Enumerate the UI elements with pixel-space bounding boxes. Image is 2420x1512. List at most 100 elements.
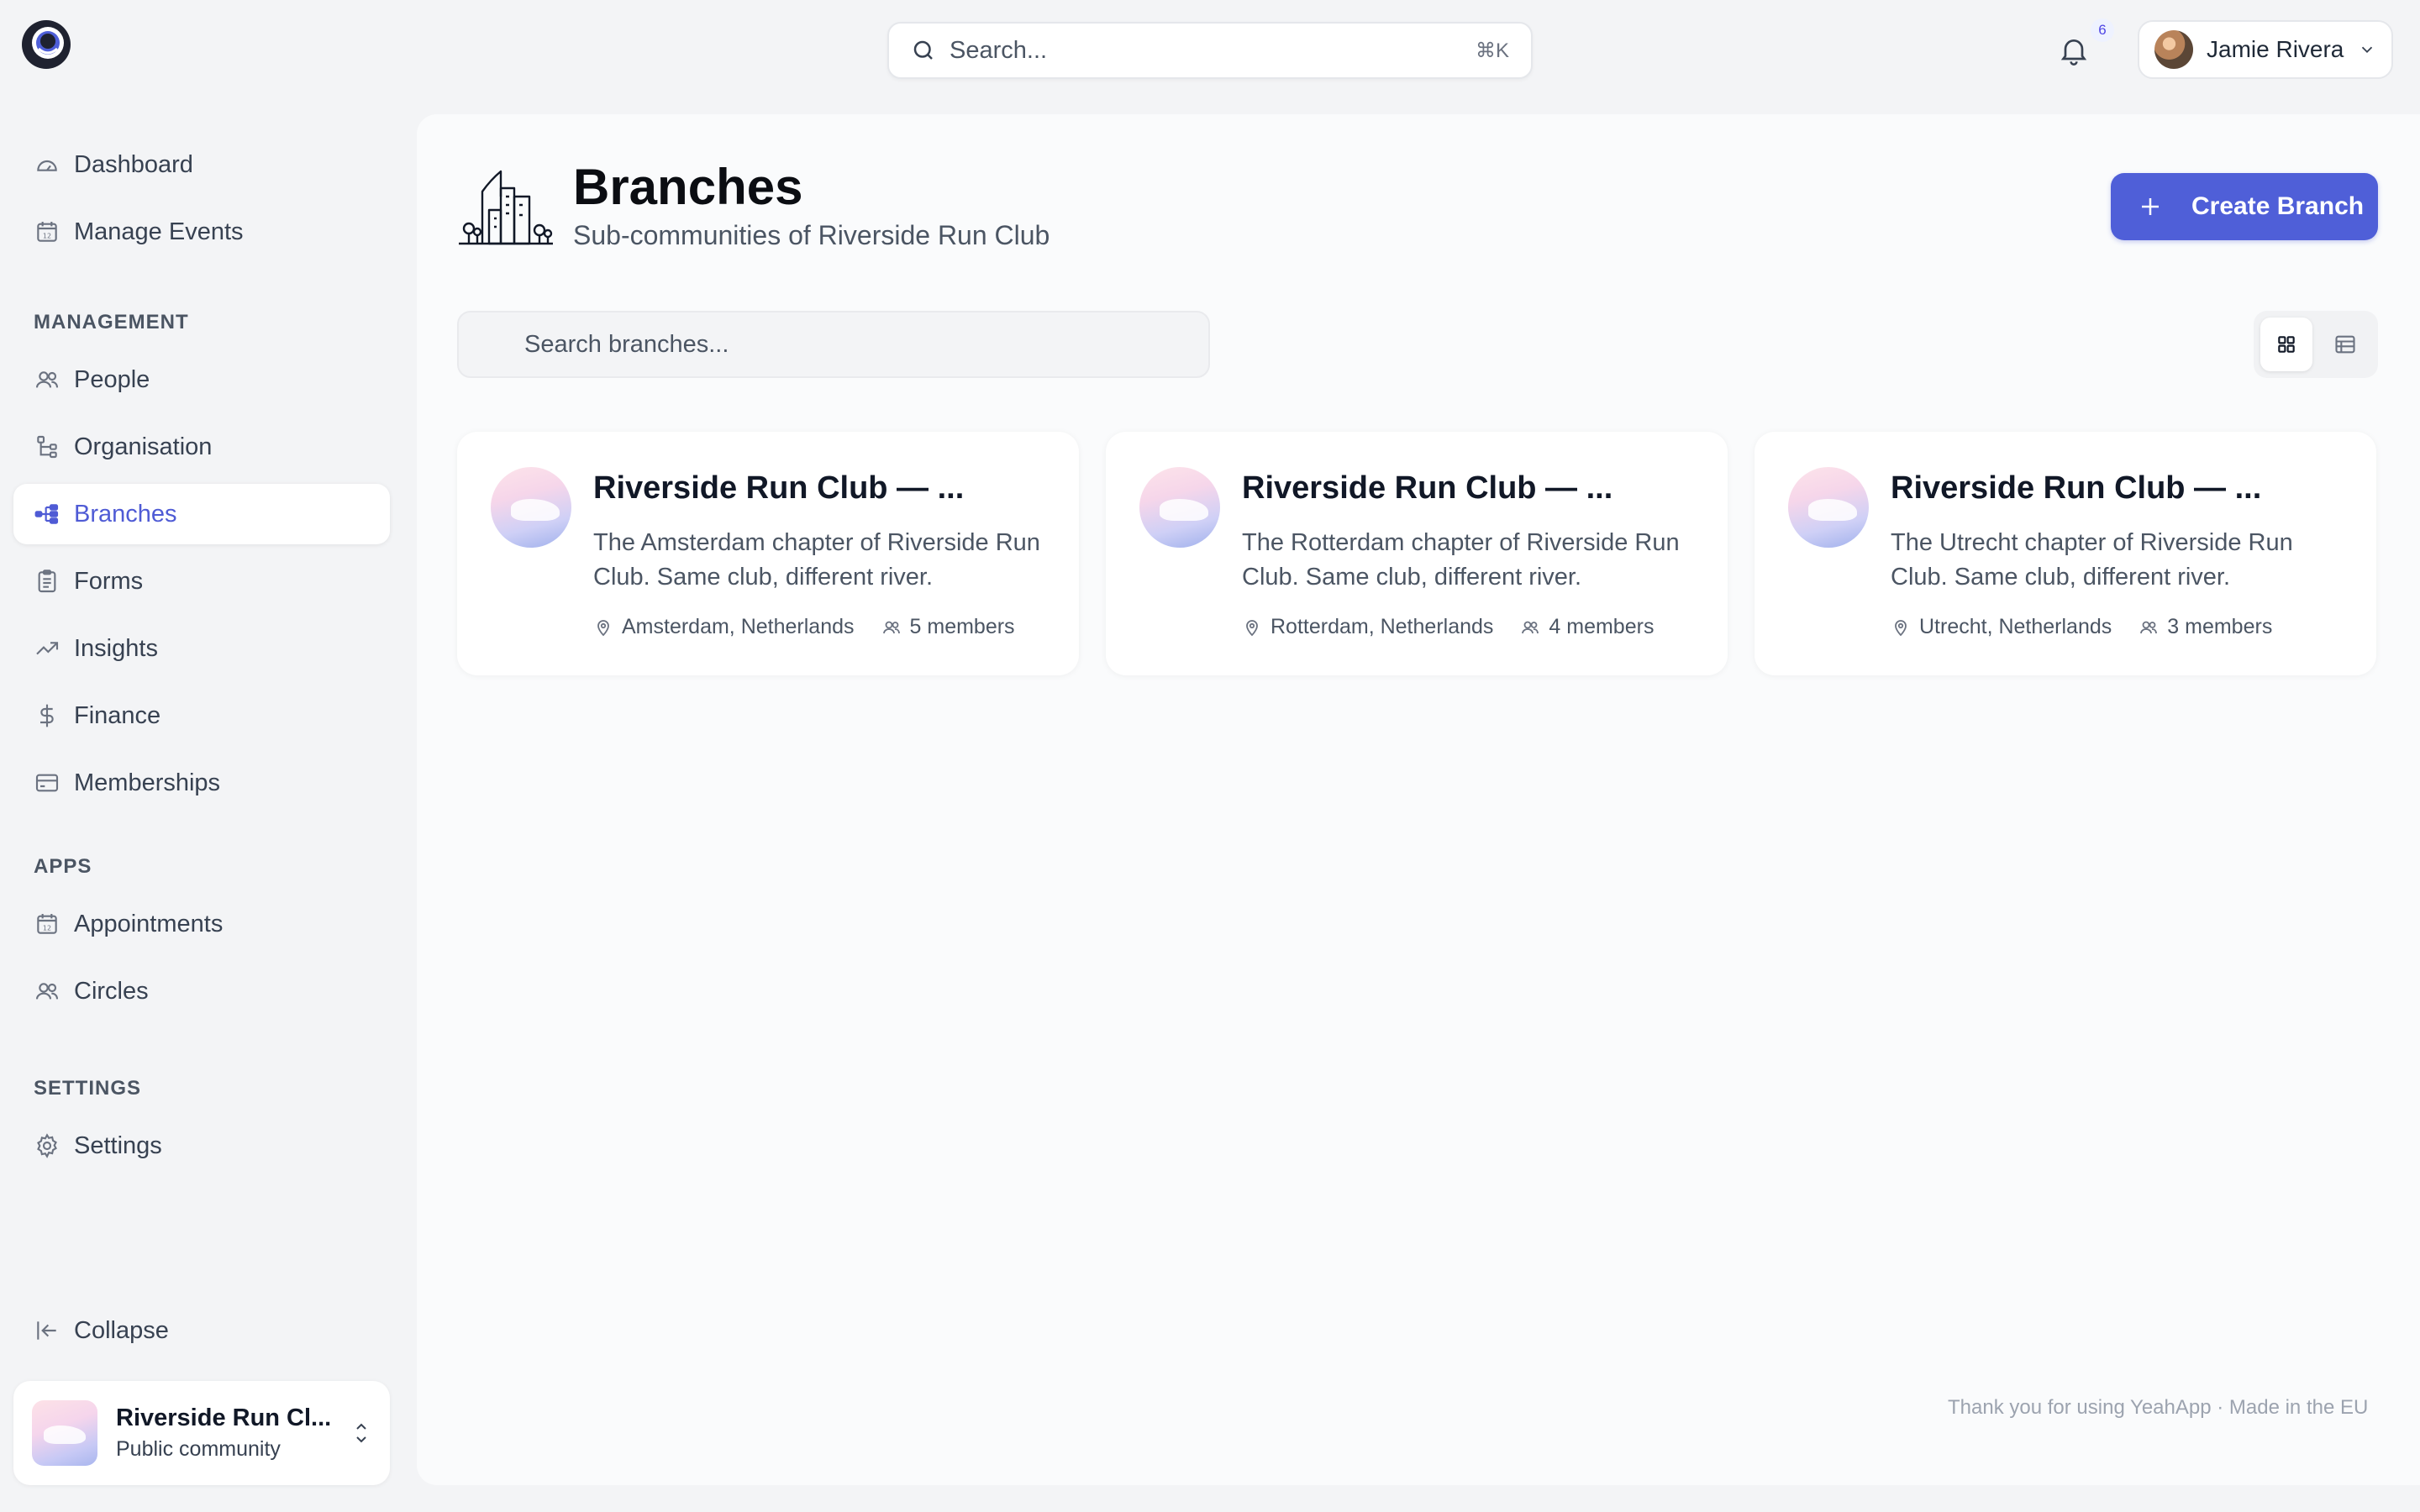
sidebar-item-circles[interactable]: Circles [13,961,390,1021]
card-icon [34,769,60,796]
sidebar-item-label: Forms [74,567,144,595]
users-icon [881,617,902,638]
branch-location: Amsterdam, Netherlands [622,615,855,638]
plus-icon [2138,194,2163,219]
branch-description: The Amsterdam chapter of Riverside Run C… [593,529,1040,591]
gear-icon [34,1132,60,1159]
users-icon [1520,617,1540,638]
location-pin-icon [1242,617,1262,638]
branch-avatar [491,467,571,548]
calendar-icon: 12 [34,218,60,245]
sidebar-item-people[interactable]: People [13,349,390,410]
sidebar-item-label: Organisation [74,433,213,460]
sidebar-item-finance[interactable]: Finance [13,685,390,746]
branch-card[interactable]: Riverside Run Club — ... The Utrecht cha… [1754,432,2376,675]
sidebar-item-branches[interactable]: Branches [13,484,390,544]
sidebar-item-manage-events[interactable]: 12 Manage Events [13,202,390,262]
branch-search-placeholder: Search branches... [524,330,729,358]
branch-location: Rotterdam, Netherlands [1270,615,1494,638]
section-label-apps: APPS [34,855,92,878]
grid-icon [2275,333,2297,355]
section-label-settings: SETTINGS [34,1077,142,1100]
city-buildings-icon [457,168,555,249]
create-branch-label: Create Branch [2191,192,2365,220]
users-icon [34,978,60,1005]
branch-avatar [1788,467,1869,548]
sidebar-item-label: Memberships [74,769,221,796]
sidebar-item-insights[interactable]: Insights [13,618,390,679]
view-mode-toggle [2254,311,2378,378]
chevron-down-icon [2358,40,2376,59]
community-avatar [32,1400,97,1466]
location-pin-icon [1891,617,1911,638]
dollar-icon [34,702,60,729]
app-logo[interactable] [20,18,72,71]
sidebar-item-label: Dashboard [74,150,193,178]
user-name: Jamie Rivera [2207,36,2344,62]
sidebar-item-label: Finance [74,701,161,729]
avatar [2154,30,2193,69]
notifications-bell-icon[interactable] [2057,34,2091,67]
sidebar-item-memberships[interactable]: Memberships [13,753,390,813]
branch-description: The Rotterdam chapter of Riverside Run C… [1242,529,1680,591]
sidebar-item-label: Insights [74,634,158,662]
user-menu-button[interactable]: Jamie Rivera [2138,20,2393,79]
branches-icon [34,501,60,528]
branch-members: 3 members [2167,615,2273,638]
community-type: Public community [116,1437,281,1461]
branch-name: Riverside Run Club — ... [1891,470,2262,506]
sidebar-item-label: Circles [74,977,149,1005]
community-switcher[interactable]: Riverside Run Cl... Public community [13,1381,390,1485]
branch-avatar [1139,467,1220,548]
branch-description: The Utrecht chapter of Riverside Run Clu… [1891,529,2293,591]
svg-text:12: 12 [43,924,51,932]
community-name: Riverside Run Cl... [116,1404,332,1431]
branch-members: 4 members [1549,615,1655,638]
sidebar-item-organisation[interactable]: Organisation [13,417,390,477]
branch-meta: Rotterdam, Netherlands 4 members [1242,615,1654,639]
hierarchy-icon [34,433,60,460]
collapse-label: Collapse [74,1316,169,1344]
branch-location: Utrecht, Netherlands [1919,615,2112,638]
branch-name: Riverside Run Club — ... [593,470,965,506]
branch-meta: Amsterdam, Netherlands 5 members [593,615,1015,639]
create-branch-button[interactable]: Create Branch [2111,173,2378,240]
branch-card[interactable]: Riverside Run Club — ... The Rotterdam c… [1106,432,1728,675]
table-icon [2333,333,2357,356]
page-title: Branches [573,159,803,215]
calendar-icon: 12 [34,911,60,937]
sidebar-item-forms[interactable]: Forms [13,551,390,612]
branch-search-input[interactable]: Search branches... [457,311,1210,378]
search-shortcut: ⌘K [1475,39,1509,62]
branch-card[interactable]: Riverside Run Club — ... The Amsterdam c… [457,432,1079,675]
search-placeholder: Search... [950,36,1048,64]
sidebar-item-label: Manage Events [74,218,244,245]
chevron-up-down-icon [351,1419,371,1447]
search-icon [911,38,936,63]
sidebar-item-dashboard[interactable]: Dashboard [13,134,390,195]
main-panel: Branches Sub-communities of Riverside Ru… [417,114,2420,1485]
footer-note: Thank you for using YeahApp · Made in th… [1948,1396,2369,1419]
page-subtitle: Sub-communities of Riverside Run Club [573,220,1050,250]
sidebar-item-label: Appointments [74,910,224,937]
branch-members: 5 members [909,615,1015,638]
clipboard-icon [34,568,60,595]
notifications-badge: 6 [2091,18,2114,42]
users-icon [2139,617,2159,638]
location-pin-icon [593,617,613,638]
list-view-button[interactable] [2319,318,2371,371]
sidebar-item-appointments[interactable]: 12 Appointments [13,894,390,954]
collapse-sidebar-button[interactable]: Collapse [13,1300,390,1361]
branch-name: Riverside Run Club — ... [1242,470,1613,506]
sidebar-item-label: Branches [74,500,177,528]
branch-meta: Utrecht, Netherlands 3 members [1891,615,2272,639]
global-search-input[interactable]: Search... ⌘K [887,22,1533,79]
svg-text:12: 12 [43,232,51,239]
gauge-icon [34,151,60,178]
sidebar-item-settings[interactable]: Settings [13,1116,390,1176]
section-label-management: MANAGEMENT [34,311,189,333]
trend-icon [34,635,60,662]
grid-view-button[interactable] [2260,318,2312,371]
collapse-icon [34,1317,60,1344]
sidebar-item-label: People [74,365,150,393]
